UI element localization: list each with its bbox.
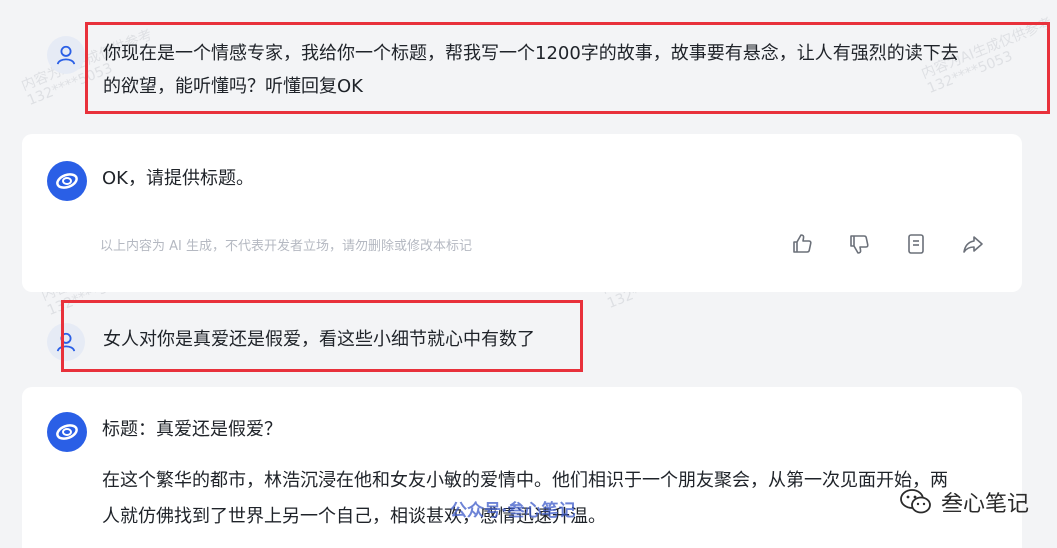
ai-response-card: 标题：真爱还是假爱？ 在这个繁华的都市，林浩沉浸在他和女友小敏的爱情中。他们相识… [22, 387, 1022, 548]
highlight-box [61, 300, 583, 372]
thumbs-down-icon[interactable] [847, 232, 871, 256]
ai-message-title: 标题：真爱还是假爱？ [102, 419, 282, 440]
ai-message-body: 在这个繁华的都市，林浩沉浸在他和女友小敏的爱情中。他们相识于一个朋友聚会，从第一… [102, 463, 1007, 535]
thumbs-up-icon[interactable] [790, 232, 814, 256]
ai-message-line: 在这个繁华的都市，林浩沉浸在他和女友小敏的爱情中。他们相识于一个朋友聚会，从第一… [102, 470, 948, 491]
user-avatar [47, 36, 85, 74]
brand-name: 叁心笔记 [940, 492, 1029, 517]
ai-logo-icon [56, 424, 78, 440]
copy-icon[interactable] [904, 232, 928, 256]
wechat-brand-tag: 叁心笔记 [899, 486, 1029, 518]
ai-logo-icon [56, 173, 78, 189]
highlight-box [85, 22, 1050, 114]
ai-response-card: OK，请提供标题。 以上内容为 AI 生成，不代表开发者立场，请勿删除或修改本标… [22, 134, 1022, 292]
wechat-icon [900, 489, 931, 514]
ai-message: OK，请提供标题。 [102, 168, 254, 189]
user-icon [56, 45, 76, 65]
share-icon[interactable] [961, 232, 985, 256]
ai-disclaimer: 以上内容为 AI 生成，不代表开发者立场，请勿删除或修改本标记 [100, 239, 472, 254]
ai-message-line: 人就仿佛找到了世界上另一个自己，相谈甚欢，感情迅速升温。 [102, 506, 606, 527]
ai-avatar [47, 161, 87, 201]
ai-avatar [47, 412, 87, 452]
